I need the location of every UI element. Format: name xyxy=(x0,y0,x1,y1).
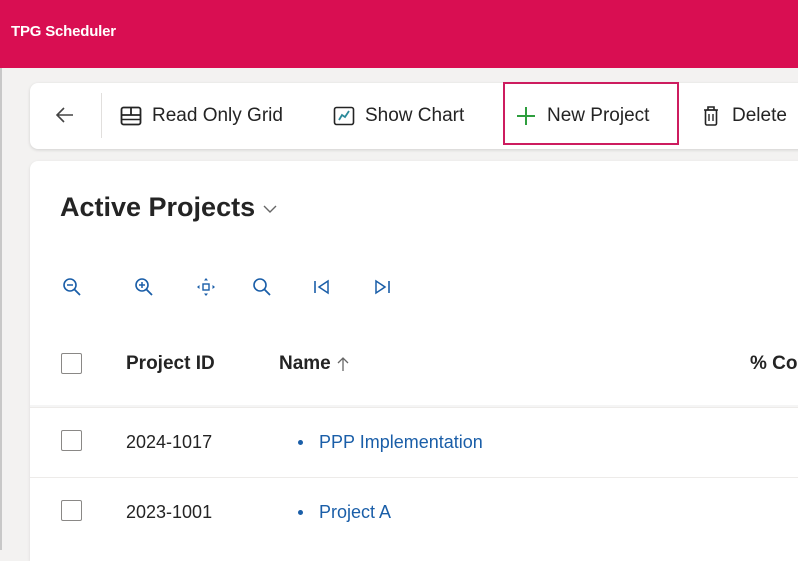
row-checkbox[interactable] xyxy=(61,430,82,451)
zoom-in-icon[interactable] xyxy=(132,275,156,299)
read-only-grid-button[interactable]: Read Only Grid xyxy=(120,100,283,132)
window-border xyxy=(0,68,2,550)
column-header-project-id-label: Project ID xyxy=(126,353,215,374)
project-id-cell: 2023-1001 xyxy=(126,502,213,522)
column-header-percent-complete-label: % Co xyxy=(750,353,798,374)
grid-icon xyxy=(120,105,142,127)
column-header-percent-complete[interactable]: % Co xyxy=(750,353,798,375)
app-title: TPG Scheduler xyxy=(11,23,116,40)
search-icon[interactable] xyxy=(250,275,274,299)
new-project-label: New Project xyxy=(547,105,650,126)
command-separator xyxy=(101,93,102,138)
read-only-grid-label: Read Only Grid xyxy=(152,105,283,126)
zoom-out-icon[interactable] xyxy=(60,275,84,299)
delete-button[interactable]: Delete xyxy=(700,100,787,132)
app-title-bar: TPG Scheduler xyxy=(0,0,798,68)
arrow-left-icon xyxy=(56,107,73,123)
delete-label: Delete xyxy=(732,105,787,126)
project-name-label: PPP Implementation xyxy=(319,432,483,452)
chevron-down-icon xyxy=(263,205,277,214)
sort-ascending-icon xyxy=(337,356,349,372)
column-header-name[interactable]: Name xyxy=(279,353,349,375)
go-to-start-icon[interactable] xyxy=(310,275,334,299)
new-project-button[interactable]: New Project xyxy=(515,100,649,132)
project-id-cell: 2024-1017 xyxy=(126,432,213,452)
show-chart-button[interactable]: Show Chart xyxy=(333,100,464,132)
bullet-icon xyxy=(298,440,303,445)
plus-icon xyxy=(515,105,537,127)
view-title: Active Projects xyxy=(60,192,256,222)
trash-icon xyxy=(700,105,722,127)
bullet-icon xyxy=(298,510,303,515)
row-checkbox[interactable] xyxy=(61,500,82,521)
show-chart-label: Show Chart xyxy=(365,105,465,126)
select-all-checkbox[interactable] xyxy=(61,353,82,374)
chart-icon xyxy=(333,105,355,127)
column-header-project-id[interactable]: Project ID xyxy=(126,353,215,375)
fit-to-screen-icon[interactable] xyxy=(194,275,218,299)
column-header-name-label: Name xyxy=(279,353,331,374)
project-name-link[interactable]: Project A xyxy=(298,502,391,523)
view-selector[interactable]: Active Projects xyxy=(60,192,277,223)
project-name-label: Project A xyxy=(319,502,392,522)
back-button[interactable] xyxy=(51,101,79,129)
go-to-end-icon[interactable] xyxy=(370,275,394,299)
project-name-link[interactable]: PPP Implementation xyxy=(298,432,483,453)
